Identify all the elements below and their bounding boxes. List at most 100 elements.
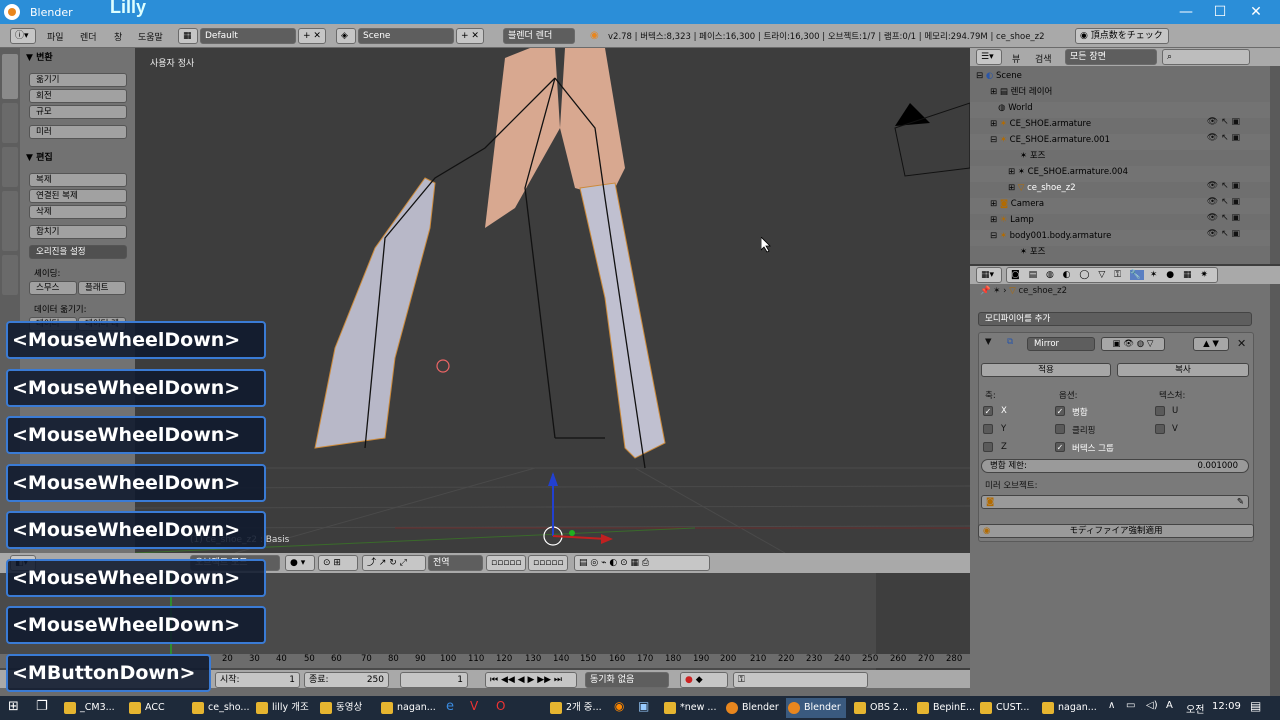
start-menu-icon[interactable]: ⊞ — [8, 699, 19, 714]
scene-select[interactable]: Scene — [358, 28, 454, 44]
outliner-filter-select[interactable]: 모든 장면 — [1065, 49, 1157, 65]
shade-flat-button[interactable]: 플래트 — [78, 281, 126, 295]
outliner-scrollbar[interactable] — [1270, 66, 1280, 264]
axis-y-checkbox[interactable] — [983, 424, 993, 434]
taskbar-item[interactable]: nagan... — [379, 698, 439, 718]
menu-help[interactable]: 도움말 — [138, 30, 163, 43]
eyedropper-icon[interactable]: ✎ — [1237, 496, 1244, 508]
camera-object[interactable] — [894, 102, 970, 177]
visibility-icons[interactable]: 👁 ↖ ▣ — [1207, 213, 1240, 223]
start-frame-field[interactable]: 시작: 1 — [215, 672, 300, 688]
viewport-shading-icon[interactable]: ● ▾ — [285, 555, 315, 571]
manipulator-icons[interactable]: ⤴ ↗ ↻ ⤢ — [362, 555, 426, 571]
network-icon[interactable]: ▭ — [1126, 700, 1135, 711]
tab-animation[interactable] — [2, 191, 18, 251]
outliner-item-pose[interactable]: ✶ 포즈 — [1020, 149, 1045, 163]
force-apply-modifier-button[interactable]: ◉ モディファイア強制適用 — [978, 524, 1254, 538]
taskbar-item[interactable]: OBS 2... — [852, 698, 914, 718]
mirror-button[interactable]: 미러 — [29, 125, 127, 139]
outliner-search-menu[interactable]: 검색 — [1035, 52, 1052, 65]
taskbar-item[interactable]: 2개 중... — [548, 698, 606, 718]
outliner-item-render-layers[interactable]: ⊞ ▤ 렌더 레이어 — [990, 85, 1052, 99]
modifier-display-toggles[interactable]: ▣ 👁 ◍ ▽ — [1101, 337, 1165, 351]
playback-controls[interactable]: ⏮ ◀◀ ◀ ▶ ▶▶ ⏭ — [485, 672, 577, 688]
scale-button[interactable]: 규모 — [29, 105, 127, 119]
properties-context-tabs[interactable]: ◙ ▤ ◍ ◐ ◯ ▽ ⚿ 🔧 ✶ ● ▦ ✷ ⚛ — [1006, 267, 1218, 283]
volume-icon[interactable]: ◁) — [1146, 700, 1158, 711]
edit-panel-header[interactable]: ▼ 편집 — [26, 150, 53, 163]
taskbar-item-active[interactable]: Blender — [786, 698, 846, 718]
snap-and-render-icons[interactable]: ▤ ◎ ⌁ ◐ ⊙ ▦ ⎙ — [574, 555, 710, 571]
texture-v-checkbox[interactable] — [1155, 424, 1165, 434]
modifier-remove-icon[interactable]: ✕ — [1237, 337, 1246, 350]
taskbar-item[interactable]: 동영상 — [318, 698, 376, 718]
taskbar-item[interactable]: _CM3... — [62, 698, 124, 718]
outliner-editor-icon[interactable]: ☰▾ — [976, 49, 1002, 65]
texture-u-checkbox[interactable] — [1155, 406, 1165, 416]
end-frame-field[interactable]: 종료: 250 — [304, 672, 389, 688]
taskbar-item[interactable]: Blender — [724, 698, 782, 718]
record-keyframe-icons[interactable]: ● ◆ — [680, 672, 728, 688]
tab-tools[interactable] — [2, 54, 18, 99]
outliner-item-world[interactable]: ◍ World — [990, 101, 1033, 115]
menu-window[interactable]: 창 — [114, 30, 122, 43]
mirror-object-field[interactable]: ◙ ✎ — [981, 495, 1249, 509]
y-arrow-head[interactable] — [569, 530, 575, 536]
visibility-icons[interactable]: 👁 ↖ ▣ — [1207, 133, 1240, 143]
merge-limit-field[interactable]: 병합 제한: 0.001000 — [981, 459, 1249, 473]
layout-add-icon[interactable]: + ✕ — [298, 28, 326, 44]
ime-icon[interactable]: A — [1166, 700, 1173, 711]
sync-mode-select[interactable]: 동기화 없음 — [585, 672, 669, 688]
layout-icon[interactable]: ▦ — [178, 28, 198, 44]
vivaldi-icon[interactable]: V — [470, 699, 478, 713]
properties-editor-icon[interactable]: ▦▾ — [976, 267, 1002, 283]
join-button[interactable]: 합치기 — [29, 225, 127, 239]
outliner-item-armature[interactable]: ⊞ ✶ CE_SHOE.armature — [990, 117, 1091, 131]
outliner-item-pose[interactable]: ✶ 포즈 — [1020, 245, 1045, 259]
current-frame-field[interactable]: 1 — [400, 672, 468, 688]
taskbar-item[interactable]: ACC — [127, 698, 187, 718]
layout-select[interactable]: Default — [200, 28, 296, 44]
outliner-item-ce-shoe[interactable]: ⊞ ▽ ce_shoe_z2 — [1008, 181, 1076, 195]
taskbar-item[interactable]: *new ... — [662, 698, 720, 718]
layers-grid-2[interactable]: ▫▫▫▫▫ — [528, 555, 568, 571]
app-icon[interactable]: ▣ — [638, 699, 649, 713]
outliner-item-scene[interactable]: ⊟ ◐ Scene — [976, 69, 1022, 83]
tray-arrow-icon[interactable]: ∧ — [1108, 700, 1115, 711]
orientation-select[interactable]: 전역 — [428, 555, 483, 571]
tab-physics[interactable] — [2, 255, 18, 295]
outliner-item-camera[interactable]: ⊞ ◙ Camera — [990, 197, 1044, 211]
close-button[interactable]: ✕ — [1238, 0, 1274, 24]
add-modifier-select[interactable]: 모디파이어를 추가 — [978, 312, 1252, 326]
visibility-icons[interactable]: 👁 ↖ ▣ — [1207, 181, 1240, 191]
tab-create[interactable] — [2, 103, 18, 143]
transform-panel-header[interactable]: ▼ 변환 — [26, 50, 53, 63]
delete-button[interactable]: 삭제 — [29, 205, 127, 219]
translate-button[interactable]: 옮기기 — [29, 73, 127, 87]
minimize-button[interactable]: — — [1168, 0, 1204, 24]
apply-button[interactable]: 적용 — [981, 363, 1111, 377]
pivot-icon[interactable]: ⊙ ⊞ — [318, 555, 358, 571]
modifier-collapse-arrow-icon[interactable]: ▼ — [985, 337, 992, 347]
menu-render[interactable]: 렌더 — [80, 30, 97, 43]
task-view-icon[interactable]: ❐ — [36, 699, 48, 714]
axis-x-checkbox[interactable]: ✓ — [983, 406, 993, 416]
properties-scrollbar[interactable] — [1270, 284, 1280, 697]
check-vertices-button[interactable]: ◉ 頂点数をチェック — [1075, 28, 1169, 44]
visibility-icons[interactable]: 👁 ↖ ▣ — [1207, 197, 1240, 207]
edge-icon[interactable]: e — [446, 699, 454, 714]
outliner-item-armature-004[interactable]: ⊞ ✶ CE_SHOE.armature.004 — [1008, 165, 1128, 179]
z-arrow-head[interactable] — [548, 472, 558, 486]
vertex-group-checkbox[interactable]: ✓ — [1055, 442, 1065, 452]
scene-add-icon[interactable]: + ✕ — [456, 28, 484, 44]
editor-type-icon[interactable]: ⓘ▾ — [10, 28, 36, 44]
x-arrow-head[interactable] — [601, 534, 613, 544]
duplicate-linked-button[interactable]: 연결된 복제 — [29, 189, 127, 203]
set-origin-select[interactable]: 오리진을 설정 — [29, 245, 127, 259]
menu-file[interactable]: 파일 — [47, 30, 64, 43]
modifier-tab-icon[interactable]: 🔧 — [1129, 270, 1145, 280]
copy-button[interactable]: 복사 — [1117, 363, 1249, 377]
rotate-button[interactable]: 회전 — [29, 89, 127, 103]
modifier-name-field[interactable]: Mirror — [1027, 337, 1095, 351]
taskbar-item[interactable]: ce_sho... — [190, 698, 252, 718]
